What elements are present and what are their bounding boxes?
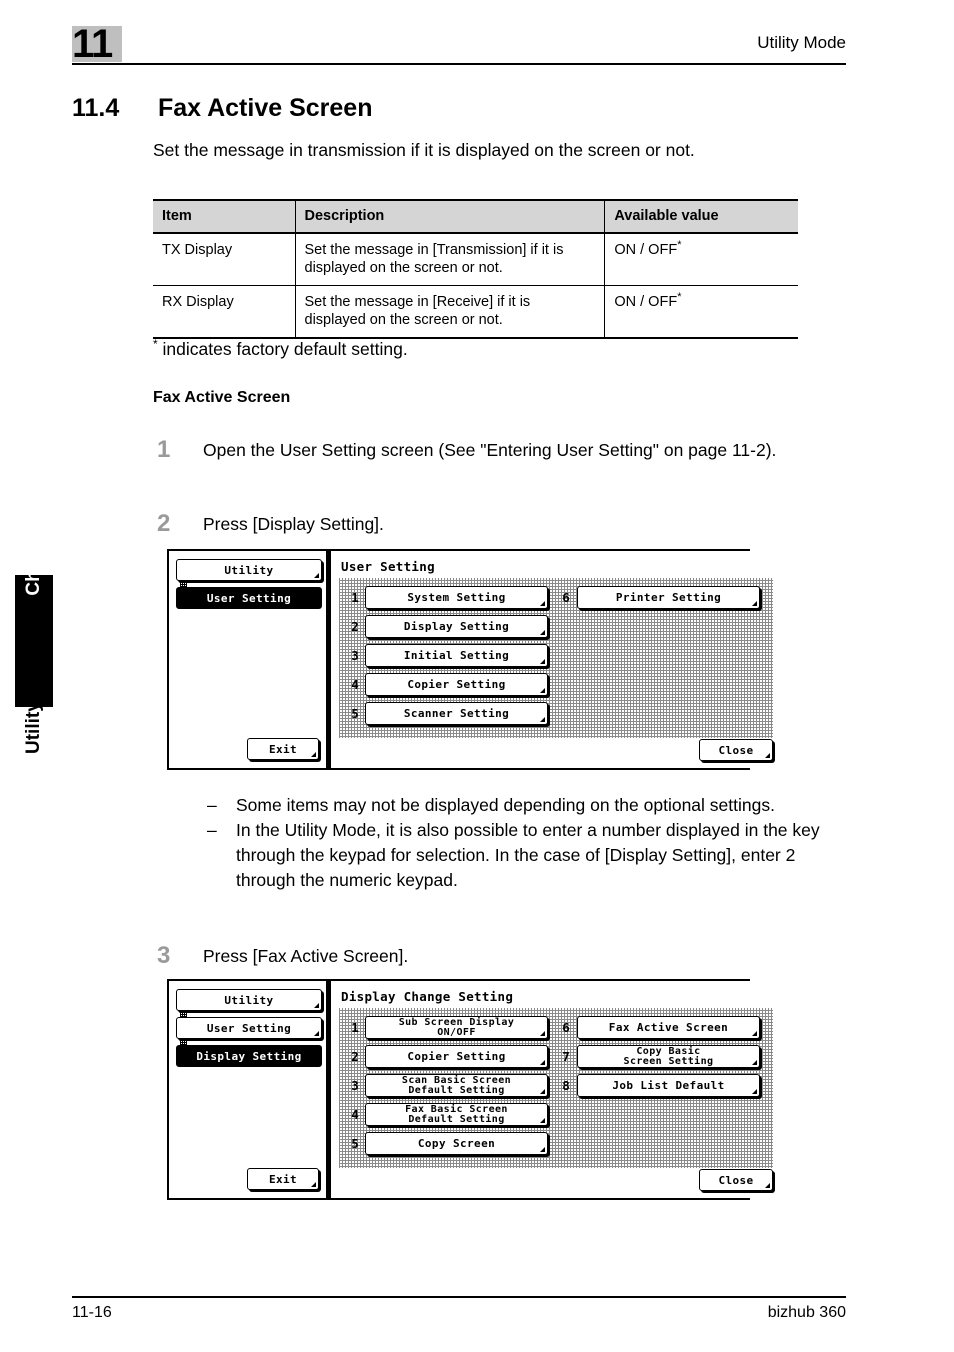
note-dash: – <box>207 820 217 840</box>
lcd1-menu-button-system-setting[interactable]: System Setting <box>365 586 548 609</box>
table-cell-description: Set the message in [Receive] if it is di… <box>295 285 606 339</box>
lcd2-menu-index-6: 6 <box>562 1020 570 1035</box>
lcd2-menu-index-1: 1 <box>351 1020 359 1035</box>
subsection-heading: Fax Active Screen <box>153 389 291 406</box>
lcd2-menu-button-job-list-default[interactable]: Job List Default <box>577 1074 760 1097</box>
lcd1-breadcrumb-user-setting[interactable]: User Setting <box>176 587 322 609</box>
lcd1-menu-index-6: 6 <box>562 590 570 605</box>
lcd2-menu-button-fax-basic-screen-default-setting[interactable]: Fax Basic Screen Default Setting <box>365 1103 548 1126</box>
table-cell-item: RX Display <box>153 285 296 339</box>
lcd-screenshot-user-setting: Utility User Setting Exit User Setting 1… <box>167 549 781 770</box>
section-side-label: Utility Mode <box>23 646 44 754</box>
lcd1-menu-button-scanner-setting[interactable]: Scanner Setting <box>365 702 548 725</box>
lcd2-menu-button-copy-screen[interactable]: Copy Screen <box>365 1132 548 1155</box>
step-number-2: 2 <box>157 510 171 537</box>
lcd1-menu-area: 1 System Setting 6 Printer Setting 2 Dis… <box>339 578 773 738</box>
default-marker: * <box>677 291 682 304</box>
table-cell-value-text: ON / OFF <box>614 242 678 258</box>
lcd2-menu-area: 1 Sub Screen Display ON/OFF 6 Fax Active… <box>339 1008 773 1168</box>
lcd1-menu-index-3: 3 <box>351 648 359 663</box>
table-cell-value-text: ON / OFF <box>614 294 678 310</box>
running-header-title: Utility Mode <box>757 33 846 52</box>
footer-page-number: 11-16 <box>72 1304 112 1321</box>
table-cell-item: TX Display <box>153 233 296 286</box>
step-text-2: Press [Display Setting]. <box>203 514 384 534</box>
lcd2-breadcrumb-user-setting[interactable]: User Setting <box>176 1017 322 1039</box>
lcd1-breadcrumb-pane: Utility User Setting Exit <box>169 551 329 768</box>
lcd2-menu-index-3: 3 <box>351 1078 359 1093</box>
footer-divider <box>72 1296 846 1298</box>
footer-product-name: bizhub 360 <box>767 1304 846 1321</box>
default-marker: * <box>677 239 682 252</box>
lcd2-breadcrumb-pane: Utility User Setting Display Setting Exi… <box>169 981 329 1198</box>
step-text-1: Open the User Setting screen (See "Enter… <box>203 440 777 460</box>
lcd2-close-button[interactable]: Close <box>699 1169 773 1191</box>
note-dash: – <box>207 795 217 815</box>
section-title: Fax Active Screen <box>158 94 373 122</box>
lcd2-menu-index-8: 8 <box>562 1078 570 1093</box>
lcd2-menu-button-scan-basic-screen-default-setting[interactable]: Scan Basic Screen Default Setting <box>365 1074 548 1097</box>
note-text: In the Utility Mode, it is also possible… <box>236 820 820 890</box>
lcd1-menu-index-5: 5 <box>351 706 359 721</box>
lcd1-menu-index-4: 4 <box>351 677 359 692</box>
table-row: TX Display Set the message in [Transmiss… <box>153 233 798 286</box>
note-item: – In the Utility Mode, it is also possib… <box>203 818 858 893</box>
lcd2-exit-button[interactable]: Exit <box>247 1168 319 1190</box>
table-cell-value: ON / OFF* <box>604 233 798 286</box>
section-number: 11.4 <box>72 94 120 122</box>
lcd1-title: User Setting <box>341 559 435 574</box>
step-number-3: 3 <box>157 942 171 969</box>
lcd1-menu-index-2: 2 <box>351 619 359 634</box>
table-header-item: Item <box>153 199 296 234</box>
lcd1-menu-button-copier-setting[interactable]: Copier Setting <box>365 673 548 696</box>
chapter-number: 11 <box>72 22 113 66</box>
lcd1-menu-button-printer-setting[interactable]: Printer Setting <box>577 586 760 609</box>
table-header-description: Description <box>295 199 606 234</box>
lcd1-menu-grid: 1 System Setting 6 Printer Setting 2 Dis… <box>345 583 767 728</box>
lcd2-menu-button-sub-screen-display-onoff[interactable]: Sub Screen Display ON/OFF <box>365 1016 548 1039</box>
lcd2-breadcrumb-utility[interactable]: Utility <box>176 989 322 1011</box>
step-text-3: Press [Fax Active Screen]. <box>203 946 409 966</box>
lcd2-menu-button-copy-basic-screen-setting[interactable]: Copy Basic Screen Setting <box>577 1045 760 1068</box>
lcd1-menu-button-display-setting[interactable]: Display Setting <box>365 615 548 638</box>
lcd2-menu-index-4: 4 <box>351 1107 359 1122</box>
section-intro-text: Set the message in transmission if it is… <box>153 140 695 160</box>
page-title: 11.4 Fax Active Screen <box>72 94 372 123</box>
lcd2-menu-index-5: 5 <box>351 1136 359 1151</box>
lcd1-menu-button-initial-setting[interactable]: Initial Setting <box>365 644 548 667</box>
note-text: Some items may not be displayed dependin… <box>236 795 775 815</box>
table-header-row: Item Description Available value <box>153 199 798 234</box>
footnote-text: indicates factory default setting. <box>162 338 408 359</box>
lcd1-content-pane: User Setting 1 System Setting 6 Printer … <box>329 551 781 768</box>
lcd2-menu-index-7: 7 <box>562 1049 570 1064</box>
lcd1-menu-index-1: 1 <box>351 590 359 605</box>
step-number-1: 1 <box>157 436 171 463</box>
lcd2-content-pane: Display Change Setting 1 Sub Screen Disp… <box>329 981 781 1198</box>
notes-list: – Some items may not be displayed depend… <box>203 793 858 893</box>
lcd2-menu-button-copier-setting[interactable]: Copier Setting <box>365 1045 548 1068</box>
header-divider <box>72 63 846 65</box>
lcd1-close-button[interactable]: Close <box>699 739 773 761</box>
lcd2-menu-button-fax-active-screen[interactable]: Fax Active Screen <box>577 1016 760 1039</box>
lcd2-title: Display Change Setting <box>341 989 514 1004</box>
lcd1-breadcrumb-utility[interactable]: Utility <box>176 559 322 581</box>
table-row: RX Display Set the message in [Receive] … <box>153 285 798 339</box>
lcd2-menu-grid: 1 Sub Screen Display ON/OFF 6 Fax Active… <box>345 1013 767 1158</box>
lcd2-menu-index-2: 2 <box>351 1049 359 1064</box>
page-header: 11 Utility Mode <box>0 0 954 72</box>
lcd-screenshot-display-change-setting: Utility User Setting Display Setting Exi… <box>167 979 781 1200</box>
table-cell-description: Set the message in [Transmission] if it … <box>295 233 606 286</box>
table-header-available-value: Available value <box>604 199 798 234</box>
table-cell-value: ON / OFF* <box>604 285 798 339</box>
footnote: * indicates factory default setting. <box>153 337 408 360</box>
lcd1-exit-button[interactable]: Exit <box>247 738 319 760</box>
settings-table: Item Description Available value TX Disp… <box>153 199 798 339</box>
note-item: – Some items may not be displayed depend… <box>203 793 858 818</box>
footnote-marker: * <box>153 337 158 351</box>
lcd2-breadcrumb-display-setting[interactable]: Display Setting <box>176 1045 322 1067</box>
